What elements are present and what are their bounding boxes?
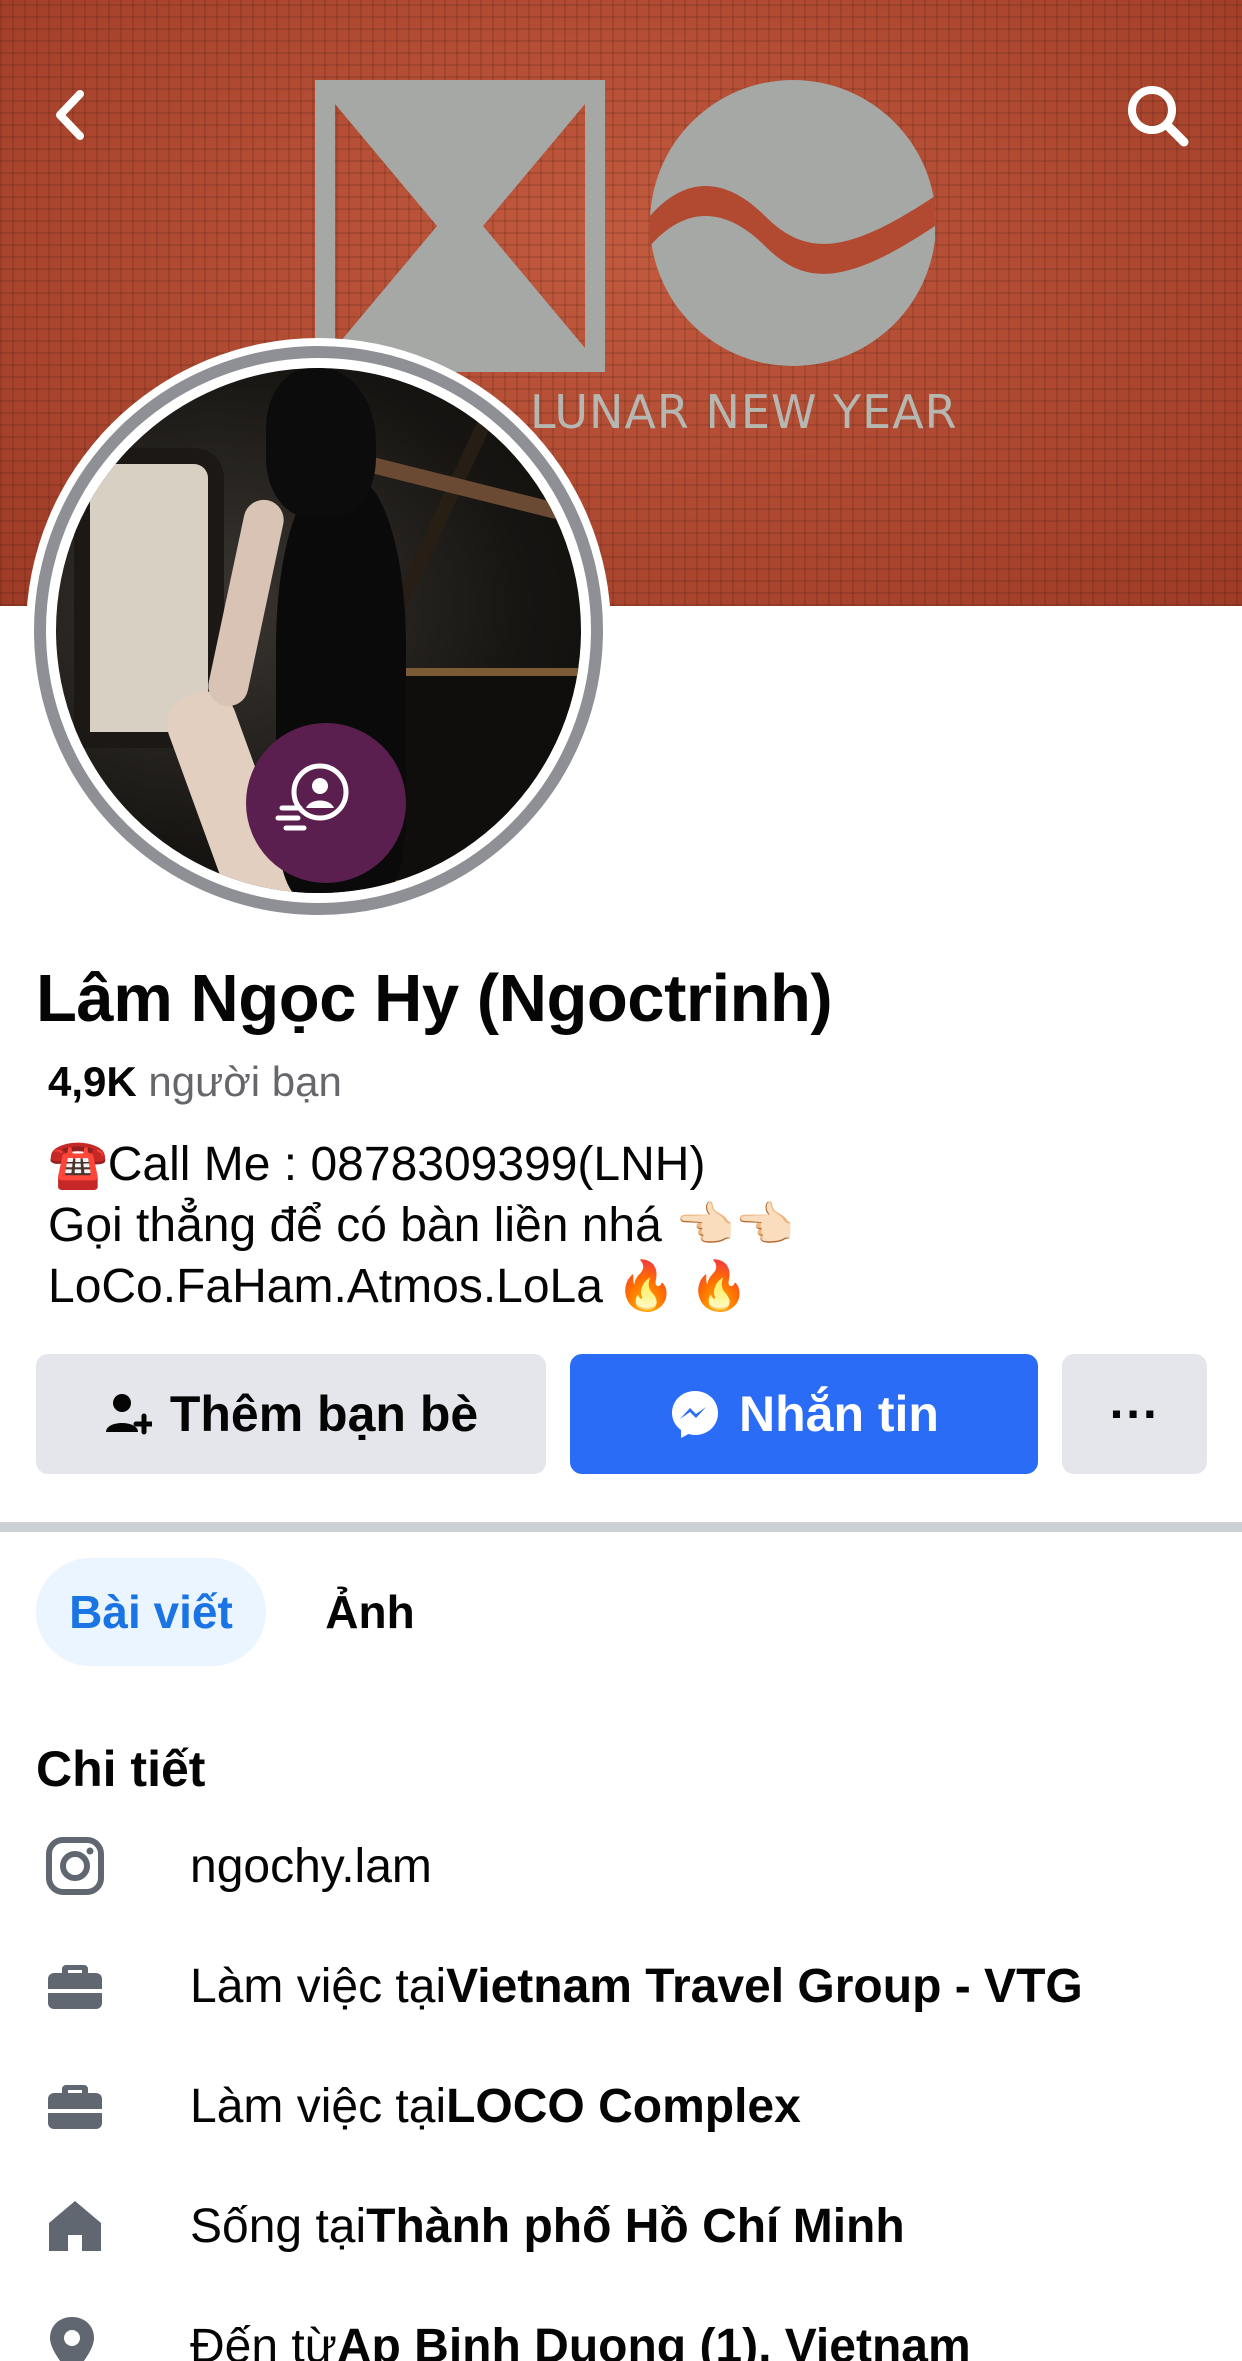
back-button[interactable]	[36, 80, 106, 150]
bio-line: LoCo.FaHam.Atmos.LoLa 🔥 🔥	[48, 1260, 750, 1313]
avatar-story-ring	[34, 346, 603, 915]
instagram-handle: ngochy.lam	[190, 1839, 432, 1893]
avatar-photo	[56, 368, 581, 893]
add-friend-label: Thêm bạn bè	[169, 1386, 479, 1442]
friends-count[interactable]: 4,9K người bạn	[48, 1058, 342, 1106]
location-pin-icon	[46, 2306, 130, 2361]
add-friend-icon	[105, 1394, 152, 1435]
detail-work-place[interactable]: Vietnam Travel Group - VTG	[446, 1959, 1083, 2014]
briefcase-icon	[46, 2066, 130, 2146]
detail-instagram[interactable]: ngochy.lam	[36, 1826, 432, 1906]
messenger-icon	[672, 1391, 718, 1438]
detail-work-prefix: Làm việc tại	[190, 1959, 447, 2013]
section-divider	[0, 1522, 1242, 1532]
friends-count-label: người bạn	[148, 1058, 342, 1105]
message-button[interactable]: Nhắn tin	[570, 1354, 1038, 1474]
detail-from[interactable]: Đến từ Ap Binh Duong (1), Vietnam	[36, 2306, 971, 2361]
profile-bio: ☎️Call Me : 0878309399(LNH) Gọi thẳng để…	[48, 1134, 795, 1317]
briefcase-icon	[46, 1946, 130, 2026]
profile-avatar[interactable]	[26, 338, 611, 923]
tab-photos[interactable]: Ảnh	[300, 1558, 440, 1666]
instagram-icon	[46, 1826, 130, 1906]
friends-count-value: 4,9K	[48, 1058, 137, 1105]
home-icon	[46, 2186, 130, 2266]
tab-posts[interactable]: Bài viết	[36, 1558, 266, 1666]
cover-logo	[315, 80, 935, 372]
cover-caption: LUNAR NEW YEAR	[530, 385, 958, 439]
details-title: Chi tiết	[36, 1741, 206, 1797]
profile-speed-icon	[275, 763, 349, 831]
detail-work-place[interactable]: LOCO Complex	[446, 2079, 801, 2134]
detail-work-loco[interactable]: Làm việc tại LOCO Complex	[36, 2066, 801, 2146]
more-icon: ···	[1109, 1386, 1160, 1442]
search-button[interactable]	[1122, 80, 1192, 150]
detail-lives-prefix: Sống tại	[190, 2199, 367, 2253]
more-options-button[interactable]: ···	[1062, 1354, 1207, 1474]
profile-name: Lâm Ngọc Hy (Ngoctrinh)	[36, 961, 833, 1036]
bio-line: ☎️Call Me : 0878309399(LNH)	[48, 1138, 706, 1191]
detail-lives-place[interactable]: Thành phố Hồ Chí Minh	[366, 2199, 905, 2254]
message-label: Nhắn tin	[739, 1386, 939, 1442]
detail-from-prefix: Đến từ	[190, 2319, 337, 2361]
search-icon	[1128, 86, 1189, 147]
chevron-left-icon	[56, 90, 84, 140]
avatar-person-hair	[266, 368, 376, 518]
bio-line: Gọi thẳng để có bàn liền nhá 👈🏻👈🏻	[48, 1199, 795, 1252]
detail-work-vtg[interactable]: Làm việc tại Vietnam Travel Group - VTG	[36, 1946, 1083, 2026]
detail-lives-in[interactable]: Sống tại Thành phố Hồ Chí Minh	[36, 2186, 905, 2266]
add-friend-button[interactable]: Thêm bạn bè	[36, 1354, 546, 1474]
detail-work-prefix: Làm việc tại	[190, 2079, 447, 2133]
detail-from-place[interactable]: Ap Binh Duong (1), Vietnam	[337, 2319, 971, 2361]
